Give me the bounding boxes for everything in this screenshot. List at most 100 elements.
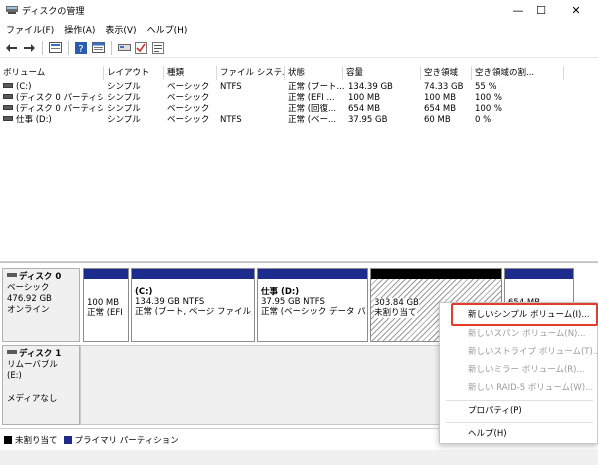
partition-status: 正常 (ブート, ページ ファイル, ク — [135, 307, 252, 317]
partition-d[interactable]: 仕事 (D:) 37.95 GB NTFS 正常 (ベーシック データ パー — [257, 268, 368, 342]
capacity-cell: 100 MB — [348, 93, 381, 103]
svg-text:?: ? — [78, 44, 83, 54]
toolbar-separator — [68, 40, 69, 55]
type-cell: ベーシック — [167, 115, 210, 125]
volume-list: ボリューム レイアウト 種類 ファイル システム 状態 容量 空き領域 空き領域… — [0, 58, 598, 262]
filesystem-cell — [220, 104, 284, 115]
partition-size: 303.84 GB — [374, 298, 419, 308]
disk-0-type: ベーシック — [7, 283, 50, 293]
column-header-filesystem[interactable]: ファイル システム — [217, 66, 285, 80]
partition-size: 134.39 GB NTFS — [135, 297, 205, 307]
status-cell: 正常 (ベー... — [288, 115, 337, 125]
menu-item-properties[interactable]: プロパティ(P) — [440, 402, 598, 420]
column-header-free-percent[interactable]: 空き領域の割... — [472, 66, 564, 80]
free-percent-cell: 100 % — [475, 104, 503, 114]
capacity-cell: 654 MB — [348, 104, 381, 114]
column-header-layout[interactable]: レイアウト — [104, 66, 164, 80]
table-row[interactable]: (C:) シンプル ベーシック NTFS 正常 (ブート... 134.39 G… — [0, 82, 598, 93]
title-bar: ディスクの管理 — ☐ ✕ — [0, 0, 598, 20]
primary-partition-bar — [132, 269, 254, 279]
filesystem-cell: NTFS — [220, 82, 242, 92]
disk-icon — [7, 350, 17, 354]
window-title: ディスクの管理 — [22, 6, 85, 17]
primary-partition-bar — [84, 269, 128, 279]
type-cell: ベーシック — [167, 93, 210, 103]
drive-icon — [3, 116, 13, 121]
column-header-type[interactable]: 種類 — [164, 66, 217, 80]
forward-arrow-icon[interactable] — [21, 40, 37, 56]
back-arrow-icon[interactable] — [4, 40, 20, 56]
table-row[interactable]: (ディスク 0 パーティシ... シンプル ベーシック 正常 (回復... 65… — [0, 104, 598, 115]
free-percent-cell: 0 % — [475, 115, 492, 125]
partition-status: 正常 (ベーシック データ パー — [261, 307, 365, 317]
partition-size: 100 MB — [87, 298, 120, 308]
partition-c[interactable]: (C:) 134.39 GB NTFS 正常 (ブート, ページ ファイル, ク — [131, 268, 255, 342]
free-space-cell: 100 MB — [424, 93, 457, 103]
column-header-volume[interactable]: ボリューム — [0, 66, 104, 80]
disk-0-label[interactable]: ディスク 0 ベーシック 476.92 GB オンライン — [2, 268, 80, 342]
filesystem-cell: NTFS — [220, 115, 242, 125]
menu-action[interactable]: 操作(A) — [64, 23, 95, 36]
settings-icon[interactable] — [150, 40, 166, 56]
status-cell: 正常 (ブート... — [288, 82, 344, 92]
highlight-box — [451, 303, 598, 326]
partition-size: 37.95 GB NTFS — [261, 297, 325, 307]
menu-item-new-raid5-volume: 新しい RAID-5 ボリューム(W)... — [468, 383, 594, 393]
menu-separator — [446, 400, 593, 401]
menu-item-new-striped-volume: 新しいストライプ ボリューム(T)... — [468, 347, 598, 357]
column-header-capacity[interactable]: 容量 — [343, 66, 421, 80]
status-cell: 正常 (EFI ... — [288, 93, 335, 103]
type-cell: ベーシック — [167, 82, 210, 92]
table-row[interactable]: 仕事 (D:) シンプル ベーシック NTFS 正常 (ベー... 37.95 … — [0, 115, 598, 126]
properties-icon[interactable] — [116, 40, 132, 56]
primary-partition-bar — [258, 269, 367, 279]
table-row[interactable]: (ディスク 0 パーティシ... シンプル ベーシック 正常 (EFI ... … — [0, 93, 598, 104]
legend-primary: プライマリ パーティション — [74, 435, 179, 446]
layout-cell: シンプル — [107, 82, 141, 92]
disk-0-size: 476.92 GB — [7, 294, 52, 304]
free-space-cell: 654 MB — [424, 104, 457, 114]
primary-partition-swatch — [63, 435, 72, 444]
disk-icon — [7, 273, 17, 277]
volume-name: (ディスク 0 パーティシ... — [16, 93, 103, 103]
column-header-status[interactable]: 状態 — [285, 66, 343, 80]
drive-icon — [3, 83, 13, 88]
capacity-cell: 134.39 GB — [348, 82, 393, 92]
menu-view[interactable]: 表示(V) — [105, 23, 136, 36]
menu-bar: ファイル(F) 操作(A) 表示(V) ヘルプ(H) — [0, 20, 598, 38]
volume-name: (ディスク 0 パーティシ... — [16, 104, 103, 114]
primary-partition-bar — [505, 269, 573, 279]
volume-name: (C:) — [16, 82, 32, 92]
column-header-free-space[interactable]: 空き領域 — [421, 66, 472, 80]
partition-title: 仕事 (D:) — [261, 287, 300, 297]
layout-cell: シンプル — [107, 115, 141, 125]
menu-item-help[interactable]: ヘルプ(H) — [440, 425, 598, 443]
menu-item-new-mirrored-volume: 新しいミラー ボリューム(R)... — [468, 365, 585, 375]
checkmark-icon[interactable] — [133, 40, 149, 56]
volume-list-icon[interactable] — [90, 40, 106, 56]
disk-list-icon[interactable] — [47, 40, 63, 56]
close-button[interactable]: ✕ — [554, 0, 598, 20]
menu-file[interactable]: ファイル(F) — [6, 23, 54, 36]
partition-title: (C:) — [135, 287, 153, 297]
filesystem-cell — [220, 93, 284, 104]
layout-cell: シンプル — [107, 104, 141, 114]
disk-1-name: ディスク 1 — [19, 349, 62, 359]
disk-1-label[interactable]: ディスク 1 リムーバブル (E:) メディアなし — [2, 345, 80, 425]
disk-0-name: ディスク 0 — [19, 272, 62, 282]
help-icon[interactable]: ? — [73, 40, 89, 56]
menu-separator — [446, 422, 593, 423]
menu-item-new-spanned-volume: 新しいスパン ボリューム(N)... — [468, 329, 586, 339]
volume-list-header: ボリューム レイアウト 種類 ファイル システム 状態 容量 空き領域 空き領域… — [0, 66, 598, 80]
unallocated-bar — [371, 269, 501, 279]
menu-help[interactable]: ヘルプ(H) — [147, 23, 188, 36]
capacity-cell: 37.95 GB — [348, 115, 388, 125]
free-space-cell: 74.33 GB — [424, 82, 464, 92]
toolbar-separator — [42, 40, 43, 55]
partition-efi[interactable]: 100 MB 正常 (EFI — [83, 268, 129, 342]
disk-management-app-icon — [6, 5, 18, 15]
volume-name: 仕事 (D:) — [16, 115, 52, 125]
status-cell: 正常 (回復... — [288, 104, 337, 114]
status-bar — [0, 450, 598, 465]
drive-icon — [3, 105, 13, 110]
